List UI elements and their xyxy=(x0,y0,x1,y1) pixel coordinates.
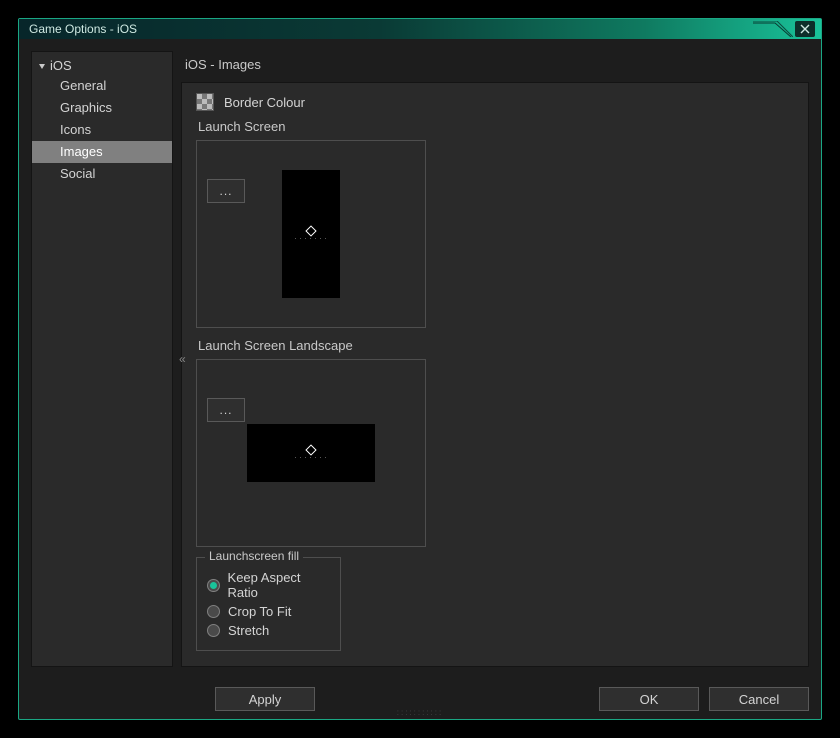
radio-label: Crop To Fit xyxy=(228,604,291,619)
cancel-button[interactable]: Cancel xyxy=(709,687,809,711)
titlebar-notch-icon xyxy=(753,21,793,37)
sidebar-item-label: Social xyxy=(60,166,95,181)
titlebar-controls xyxy=(753,21,815,37)
launch-screen-browse-button[interactable]: ... xyxy=(207,179,245,203)
launch-screen-image: · · · · · · · xyxy=(282,170,340,298)
apply-button[interactable]: Apply xyxy=(215,687,315,711)
button-label: Cancel xyxy=(739,692,779,707)
close-button[interactable] xyxy=(795,21,815,37)
sidebar-item-label: Graphics xyxy=(60,100,112,115)
page-title: iOS - Images xyxy=(181,51,809,82)
sidebar: iOS General Graphics Icons Images Social xyxy=(31,51,173,667)
sidebar-item-label: General xyxy=(60,78,106,93)
radio-icon xyxy=(207,605,220,618)
radio-label: Stretch xyxy=(228,623,269,638)
resize-grip-icon: ::::::::::: xyxy=(397,708,443,717)
sidebar-item-icons[interactable]: Icons xyxy=(32,119,172,141)
button-label: Apply xyxy=(249,692,282,707)
sidebar-item-images[interactable]: Images xyxy=(32,141,172,163)
radio-label: Keep Aspect Ratio xyxy=(228,570,330,600)
radio-icon xyxy=(207,624,220,637)
border-colour-label: Border Colour xyxy=(224,95,305,110)
window-title: Game Options - iOS xyxy=(29,22,137,36)
chevron-down-icon xyxy=(38,62,46,70)
sidebar-item-label: Images xyxy=(60,144,103,159)
close-icon xyxy=(800,24,810,34)
fill-option-stretch[interactable]: Stretch xyxy=(207,623,330,638)
splash-logo-icon: · · · · · · · xyxy=(295,227,328,241)
button-label: OK xyxy=(640,692,659,707)
browse-label: ... xyxy=(219,403,232,417)
sidebar-item-label: Icons xyxy=(60,122,91,137)
launch-screen-landscape-label: Launch Screen Landscape xyxy=(198,338,794,353)
sidebar-item-social[interactable]: Social xyxy=(32,163,172,185)
main-panel: Border Colour Launch Screen ... · · · · … xyxy=(181,82,809,667)
browse-label: ... xyxy=(219,184,232,198)
launch-screen-preview: ... · · · · · · · xyxy=(196,140,426,328)
tree-root-ios[interactable]: iOS xyxy=(32,56,172,75)
ok-button[interactable]: OK xyxy=(599,687,699,711)
game-options-window: Game Options - iOS iOS Gene xyxy=(18,18,822,720)
splash-logo-icon: · · · · · · · xyxy=(295,446,328,460)
launch-screen-landscape-browse-button[interactable]: ... xyxy=(207,398,245,422)
main-content: iOS - Images Border Colour Launch Screen… xyxy=(181,51,809,667)
titlebar[interactable]: Game Options - iOS xyxy=(19,19,821,39)
sidebar-item-graphics[interactable]: Graphics xyxy=(32,97,172,119)
border-colour-swatch[interactable] xyxy=(196,93,214,111)
radio-icon xyxy=(207,579,220,592)
fill-group-legend: Launchscreen fill xyxy=(205,549,303,563)
sidebar-collapse-handle[interactable]: « xyxy=(179,352,186,366)
border-colour-row: Border Colour xyxy=(196,93,794,111)
collapse-icon: « xyxy=(179,352,186,366)
launch-screen-landscape-preview: ... · · · · · · · xyxy=(196,359,426,547)
launch-screen-landscape-image: · · · · · · · xyxy=(247,424,375,482)
sidebar-item-general[interactable]: General xyxy=(32,75,172,97)
body-area: iOS General Graphics Icons Images Social… xyxy=(19,39,821,679)
tree-root-label: iOS xyxy=(50,58,72,73)
fill-option-keep-aspect[interactable]: Keep Aspect Ratio xyxy=(207,570,330,600)
dialog-button-row: Apply OK Cancel ::::::::::: xyxy=(19,679,821,719)
launch-screen-label: Launch Screen xyxy=(198,119,794,134)
fill-option-crop[interactable]: Crop To Fit xyxy=(207,604,330,619)
launchscreen-fill-group: Launchscreen fill Keep Aspect Ratio Crop… xyxy=(196,557,341,651)
